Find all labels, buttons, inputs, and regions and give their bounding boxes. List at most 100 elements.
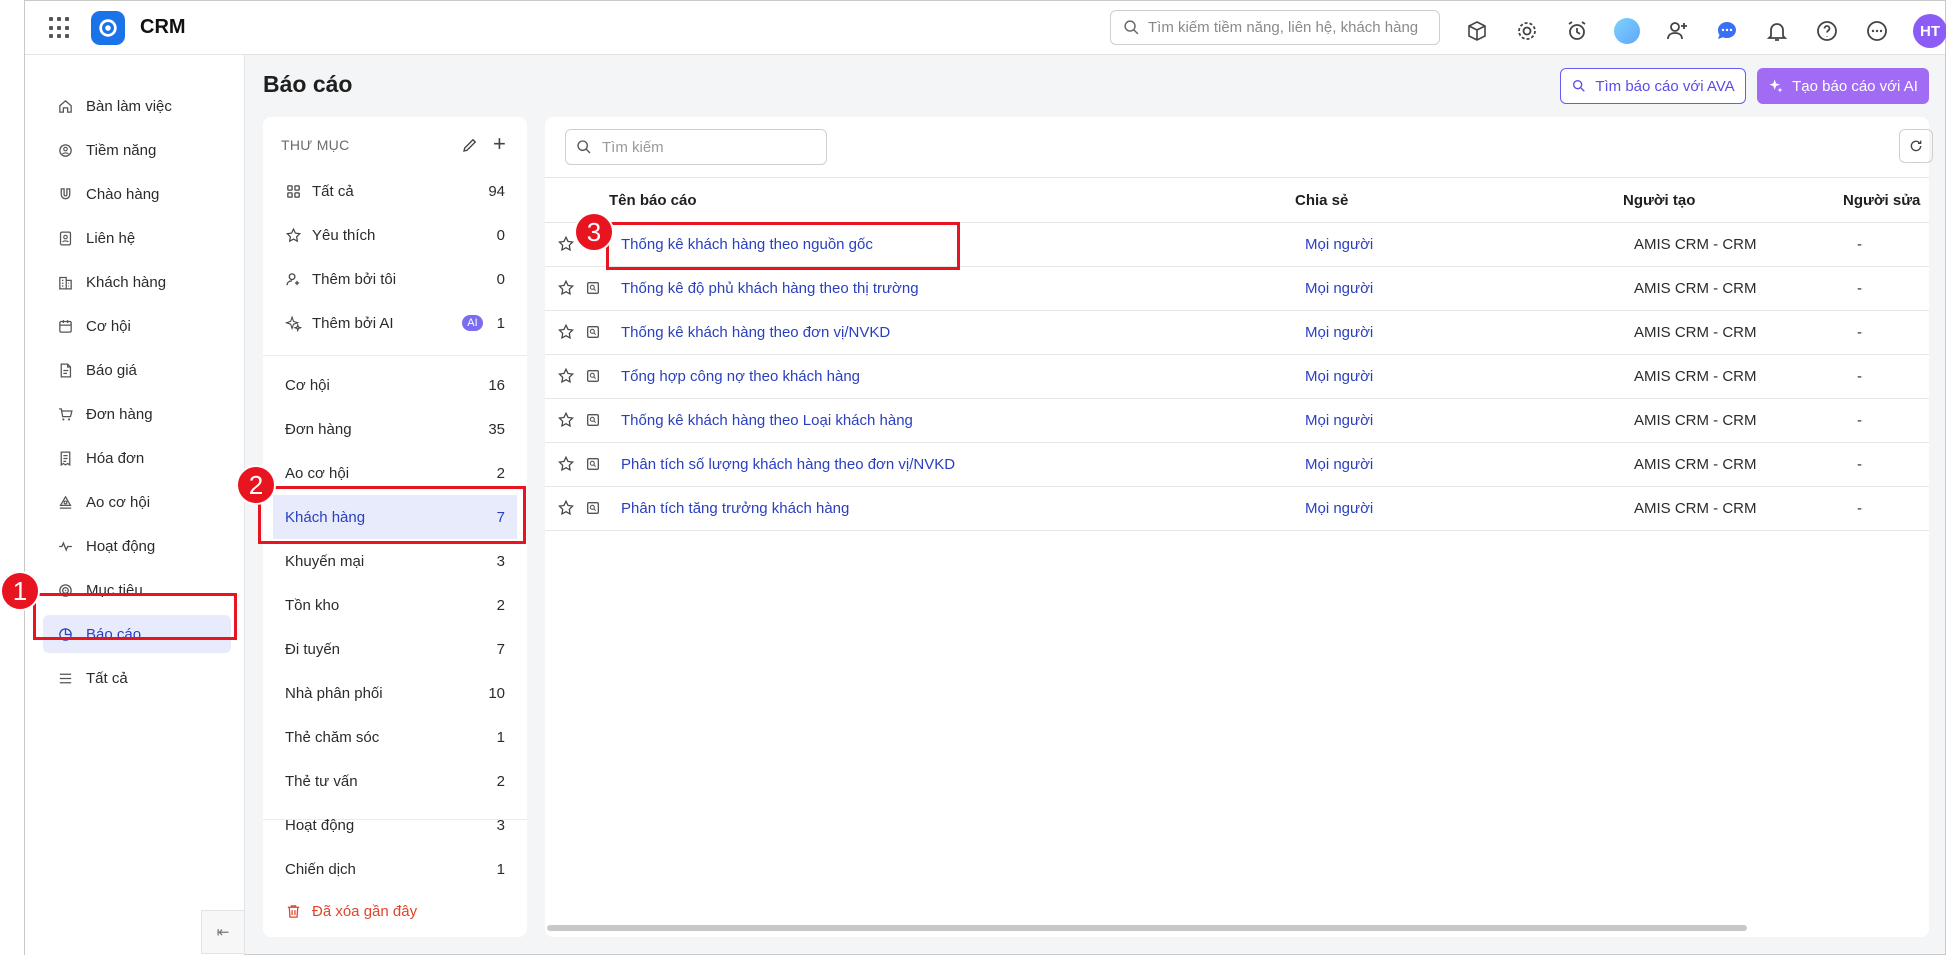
column-header-creator[interactable]: Người tạo xyxy=(1623,192,1695,209)
table-row[interactable]: Phân tích tăng trưởng khách hàng Mọi ngườ… xyxy=(545,487,1929,531)
report-name-link[interactable]: Thống kê khách hàng theo Loại khách hàng xyxy=(621,412,913,429)
report-name-link[interactable]: Thống kê độ phủ khách hàng theo thị trườ… xyxy=(621,280,919,297)
add-user-icon[interactable] xyxy=(1663,17,1691,45)
alarm-clock-icon[interactable] xyxy=(1563,17,1591,45)
share-link[interactable]: Mọi người xyxy=(1305,368,1373,385)
sidebar-item-label: Đơn hàng xyxy=(86,405,153,423)
folder-item[interactable]: Tồn kho 2 xyxy=(273,583,517,627)
share-link[interactable]: Mọi người xyxy=(1305,280,1373,297)
favorite-star-icon[interactable] xyxy=(557,279,575,297)
user-avatar[interactable]: HT xyxy=(1913,14,1946,48)
step-badge-3: 3 xyxy=(574,212,614,252)
folder-item[interactable]: Hoạt động 3 xyxy=(273,803,517,847)
favorite-star-icon[interactable] xyxy=(557,235,575,253)
edit-pencil-icon[interactable] xyxy=(461,136,479,154)
highlight-box-3 xyxy=(606,222,960,270)
trash-icon xyxy=(287,905,300,918)
share-link[interactable]: Mọi người xyxy=(1305,456,1373,473)
sidebar-item[interactable]: Ao cơ hội xyxy=(43,483,231,521)
sidebar-item-label: Cơ hội xyxy=(86,317,131,335)
folder-item[interactable]: Nhà phân phối 10 xyxy=(273,671,517,715)
table-row[interactable]: Tổng hợp công nợ theo khách hàng Mọi ngườ… xyxy=(545,355,1929,399)
sidebar-item-label: Bàn làm việc xyxy=(86,97,172,115)
folder-item[interactable]: Thẻ chăm sóc 1 xyxy=(273,715,517,759)
report-search-input[interactable]: Tìm kiếm xyxy=(565,129,827,165)
folder-item[interactable]: Khuyến mại 3 xyxy=(273,539,517,583)
folder-item[interactable]: Đơn hàng 35 xyxy=(273,407,517,451)
sidebar-item[interactable]: Hoạt động xyxy=(43,527,231,565)
folder-label: Thẻ tư vấn xyxy=(285,772,358,790)
favorite-star-icon[interactable] xyxy=(557,323,575,341)
report-name-link[interactable]: Phân tích tăng trưởng khách hàng xyxy=(621,500,849,517)
table-row[interactable]: Thống kê khách hàng theo Loại khách hàng… xyxy=(545,399,1929,443)
sidebar-item[interactable]: Liên hệ xyxy=(43,219,231,257)
package-icon[interactable] xyxy=(1463,17,1491,45)
refresh-button[interactable] xyxy=(1899,129,1933,163)
folder-item[interactable]: Cơ hội 16 xyxy=(273,363,517,407)
folder-header: THƯ MỤC xyxy=(281,137,350,153)
folder-item[interactable]: Yêu thích 0 xyxy=(273,213,517,257)
sidebar-item[interactable]: Hóa đơn xyxy=(43,439,231,477)
add-folder-icon[interactable]: + xyxy=(493,133,506,155)
table-row[interactable]: Phân tích số lượng khách hàng theo đơn v… xyxy=(545,443,1929,487)
favorite-star-icon[interactable] xyxy=(557,499,575,517)
app-launcher-icon[interactable] xyxy=(49,17,71,39)
sidebar-item[interactable]: Báo giá xyxy=(43,351,231,389)
recently-deleted-label: Đã xóa gần đây xyxy=(312,903,418,920)
folder-item[interactable]: Thêm bởi tôi 0 xyxy=(273,257,517,301)
sidebar-item[interactable]: Đơn hàng xyxy=(43,395,231,433)
column-header-share[interactable]: Chia sẻ xyxy=(1295,192,1348,209)
creator-text: AMIS CRM - CRM xyxy=(1634,368,1757,385)
share-link[interactable]: Mọi người xyxy=(1305,236,1373,253)
settings-gear-icon[interactable] xyxy=(1513,17,1541,45)
share-link[interactable]: Mọi người xyxy=(1305,324,1373,341)
global-search-input[interactable]: Tìm kiếm tiềm năng, liên hệ, khách hàng xyxy=(1110,10,1440,45)
report-name-link[interactable]: Tổng hợp công nợ theo khách hàng xyxy=(621,368,860,385)
sidebar-item-label: Khách hàng xyxy=(86,273,167,291)
help-icon[interactable] xyxy=(1813,17,1841,45)
sidebar-item[interactable]: Khách hàng xyxy=(43,263,231,301)
column-header-name[interactable]: Tên báo cáo xyxy=(609,192,697,209)
folder-count: 7 xyxy=(496,640,505,658)
folder-item[interactable]: Tất cả 94 xyxy=(273,169,517,213)
bell-icon[interactable] xyxy=(1763,17,1791,45)
sidebar-item-label: Tất cả xyxy=(86,669,128,687)
sidebar-item[interactable]: Bàn làm việc xyxy=(43,87,231,125)
favorite-star-icon[interactable] xyxy=(557,367,575,385)
folder-item[interactable]: Chiến dịch 1 xyxy=(273,847,517,891)
sidebar-item[interactable]: Cơ hội xyxy=(43,307,231,345)
sidebar-item[interactable]: Tất cả xyxy=(43,659,231,697)
target-user-icon xyxy=(59,143,72,157)
collapse-sidebar-icon[interactable]: ⇤ xyxy=(201,910,245,954)
favorite-star-icon[interactable] xyxy=(557,455,575,473)
folder-count: 35 xyxy=(488,420,505,438)
folder-item[interactable]: Đi tuyến 7 xyxy=(273,627,517,671)
horizontal-scrollbar[interactable] xyxy=(547,925,1747,931)
search-sparkle-icon xyxy=(1573,80,1586,92)
find-report-ava-button[interactable]: Tìm báo cáo với AVA xyxy=(1560,68,1746,104)
folder-item[interactable]: Thẻ tư vấn 2 xyxy=(273,759,517,803)
sidebar-item[interactable]: Tiềm năng xyxy=(43,131,231,169)
report-name-link[interactable]: Thống kê khách hàng theo đơn vị/NVKD xyxy=(621,324,890,341)
column-header-editor[interactable]: Người sửa xyxy=(1843,192,1920,209)
recently-deleted-link[interactable]: Đã xóa gần đây xyxy=(285,903,417,920)
sidebar-item-label: Chào hàng xyxy=(86,185,160,203)
report-name-link[interactable]: Phân tích số lượng khách hàng theo đơn v… xyxy=(621,456,955,473)
folder-item[interactable]: Thêm bởi AI AI 1 xyxy=(273,301,517,345)
share-link[interactable]: Mọi người xyxy=(1305,500,1373,517)
table-row[interactable]: Thống kê độ phủ khách hàng theo thị trườ… xyxy=(545,267,1929,311)
refresh-icon xyxy=(1910,140,1922,152)
folder-label: Đi tuyến xyxy=(285,640,341,658)
ai-assistant-icon[interactable] xyxy=(1613,17,1641,45)
create-report-ai-button[interactable]: Tạo báo cáo với AI xyxy=(1757,68,1929,104)
table-row[interactable]: Thống kê khách hàng theo đơn vị/NVKD Mọi … xyxy=(545,311,1929,355)
chat-icon[interactable] xyxy=(1713,17,1741,45)
folder-label: Khuyến mại xyxy=(285,552,365,570)
share-link[interactable]: Mọi người xyxy=(1305,412,1373,429)
more-icon[interactable] xyxy=(1863,17,1891,45)
folder-label: Thêm bởi AI xyxy=(312,314,394,332)
sidebar-item[interactable]: Chào hàng xyxy=(43,175,231,213)
sidebar-item-label: Ao cơ hội xyxy=(86,493,151,511)
favorite-star-icon[interactable] xyxy=(557,411,575,429)
page-title: Báo cáo xyxy=(263,71,353,97)
